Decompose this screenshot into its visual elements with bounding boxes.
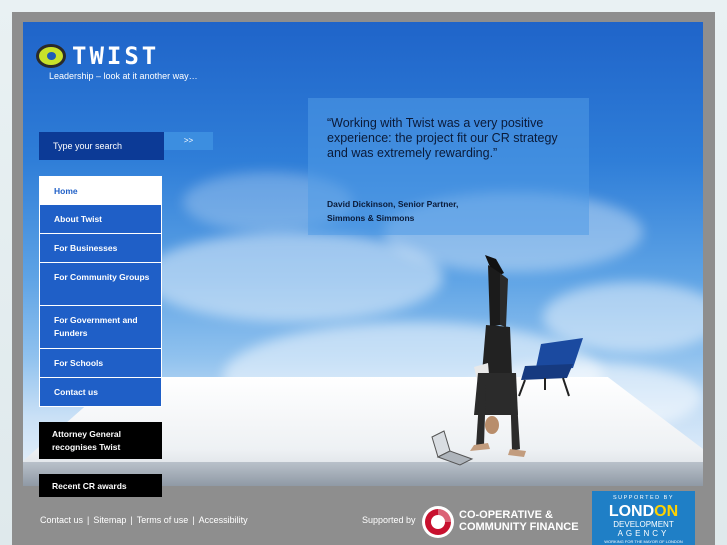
lda-agency: AGENCY — [617, 529, 670, 538]
lounge-chair-illustration — [518, 338, 583, 397]
footer-separator: | — [192, 515, 195, 525]
lda-mayor-line: WORKING FOR THE MAYOR OF LONDON — [604, 539, 683, 544]
nav-item-contact-us[interactable]: Contact us — [39, 378, 162, 407]
brand-name: TWIST — [72, 42, 160, 70]
news-recent-cr-awards[interactable]: Recent CR awards — [39, 474, 162, 497]
main-nav: Home About Twist For Businesses For Comm… — [39, 176, 162, 407]
lda-supported-by: SUPPORTED BY — [613, 495, 674, 501]
footer-link-sitemap[interactable]: Sitemap — [93, 515, 126, 525]
footer-separator: | — [87, 515, 90, 525]
news-attorney-general[interactable]: Attorney General recognises Twist — [39, 422, 162, 459]
footer-link-terms-of-use[interactable]: Terms of use — [137, 515, 189, 525]
footer-separator: | — [130, 515, 133, 525]
footer-link-accessibility[interactable]: Accessibility — [199, 515, 248, 525]
supported-by-label: Supported by — [362, 515, 416, 525]
footer-link-contact-us[interactable]: Contact us — [40, 515, 83, 525]
nav-item-about-twist[interactable]: About Twist — [39, 205, 162, 234]
testimonial-author: David Dickinson, Senior Partner, Simmons… — [327, 197, 567, 225]
london-development-agency-logo[interactable]: SUPPORTED BY LONDON DEVELOPMENT AGENCY W… — [592, 491, 695, 545]
coop-name-line2: COMMUNITY FINANCE — [459, 521, 579, 533]
lda-london-part-b: ON — [654, 503, 679, 520]
laptop-icon — [431, 430, 474, 466]
testimonial-quote: “Working with Twist was a very positive … — [327, 116, 558, 160]
coop-community-finance-name[interactable]: CO-OPERATIVE & COMMUNITY FINANCE — [459, 509, 579, 533]
coop-community-finance-logo-icon[interactable] — [421, 505, 455, 539]
nav-item-home[interactable]: Home — [39, 176, 162, 205]
search-input[interactable]: Type your search — [39, 132, 164, 160]
nav-item-for-businesses[interactable]: For Businesses — [39, 234, 162, 263]
testimonial-author-name: David Dickinson, Senior Partner, — [327, 199, 459, 209]
lda-london-wordmark: LONDON — [592, 504, 695, 520]
twist-logo-icon — [36, 44, 66, 68]
testimonial-author-company: Simmons & Simmons — [327, 213, 415, 223]
footer-links: Contact us | Sitemap | Terms of use | Ac… — [40, 515, 248, 525]
nav-item-for-government-and-funders[interactable]: For Government and Funders — [39, 306, 162, 349]
twist-logo[interactable]: TWIST — [36, 42, 159, 70]
brand-tagline: Leadership – look at it another way… — [49, 71, 198, 81]
search-button[interactable]: >> — [164, 132, 213, 150]
lda-london-part-a: LOND — [608, 503, 655, 520]
nav-item-for-community-groups[interactable]: For Community Groups — [39, 263, 162, 306]
lda-development: DEVELOPMENT — [613, 520, 674, 529]
coop-name-line1: CO-OPERATIVE & — [459, 509, 553, 521]
nav-item-for-schools[interactable]: For Schools — [39, 349, 162, 378]
